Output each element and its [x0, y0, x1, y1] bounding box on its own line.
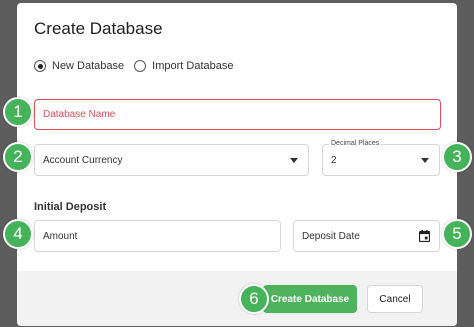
- step-badge-5: 5: [442, 219, 472, 249]
- step-badge-6: 6: [239, 284, 269, 314]
- radio-unchecked-icon[interactable]: [134, 60, 147, 72]
- database-name-input[interactable]: Database Name: [34, 99, 441, 130]
- create-database-dialog: Create Database New Database Import Data…: [17, 3, 457, 326]
- radio-new-database[interactable]: New Database: [34, 60, 124, 72]
- initial-deposit-heading: Initial Deposit: [34, 201, 107, 213]
- cancel-button[interactable]: Cancel: [367, 285, 423, 313]
- caret-down-icon[interactable]: [421, 158, 429, 163]
- radio-new-database-label: New Database: [52, 60, 125, 72]
- database-source-radio-group: New Database Import Database: [34, 60, 243, 72]
- radio-import-database[interactable]: Import Database: [134, 60, 233, 72]
- decimal-places-select[interactable]: Decimal Places 2: [322, 139, 440, 176]
- step-badge-2: 2: [3, 142, 33, 172]
- database-name-placeholder: Database Name: [43, 109, 116, 120]
- radio-import-database-label: Import Database: [152, 60, 234, 72]
- step-badge-1: 1: [3, 97, 33, 127]
- account-currency-value: Account Currency: [43, 154, 123, 166]
- decimal-places-label: Decimal Places: [329, 139, 382, 149]
- amount-input[interactable]: Amount: [34, 220, 281, 252]
- deposit-date-placeholder: Deposit Date: [302, 230, 360, 242]
- caret-down-icon[interactable]: [290, 158, 298, 163]
- deposit-date-input[interactable]: Deposit Date: [293, 220, 440, 252]
- step-badge-4: 4: [3, 219, 33, 249]
- step-badge-3: 3: [442, 142, 472, 172]
- decimal-places-value: 2: [331, 154, 337, 166]
- amount-placeholder: Amount: [43, 230, 78, 242]
- radio-checked-icon[interactable]: [34, 60, 46, 72]
- account-currency-select[interactable]: Account Currency: [34, 144, 309, 176]
- calendar-icon[interactable]: [419, 230, 430, 242]
- dialog-title: Create Database: [34, 19, 163, 38]
- create-database-button[interactable]: Create Database: [263, 285, 357, 313]
